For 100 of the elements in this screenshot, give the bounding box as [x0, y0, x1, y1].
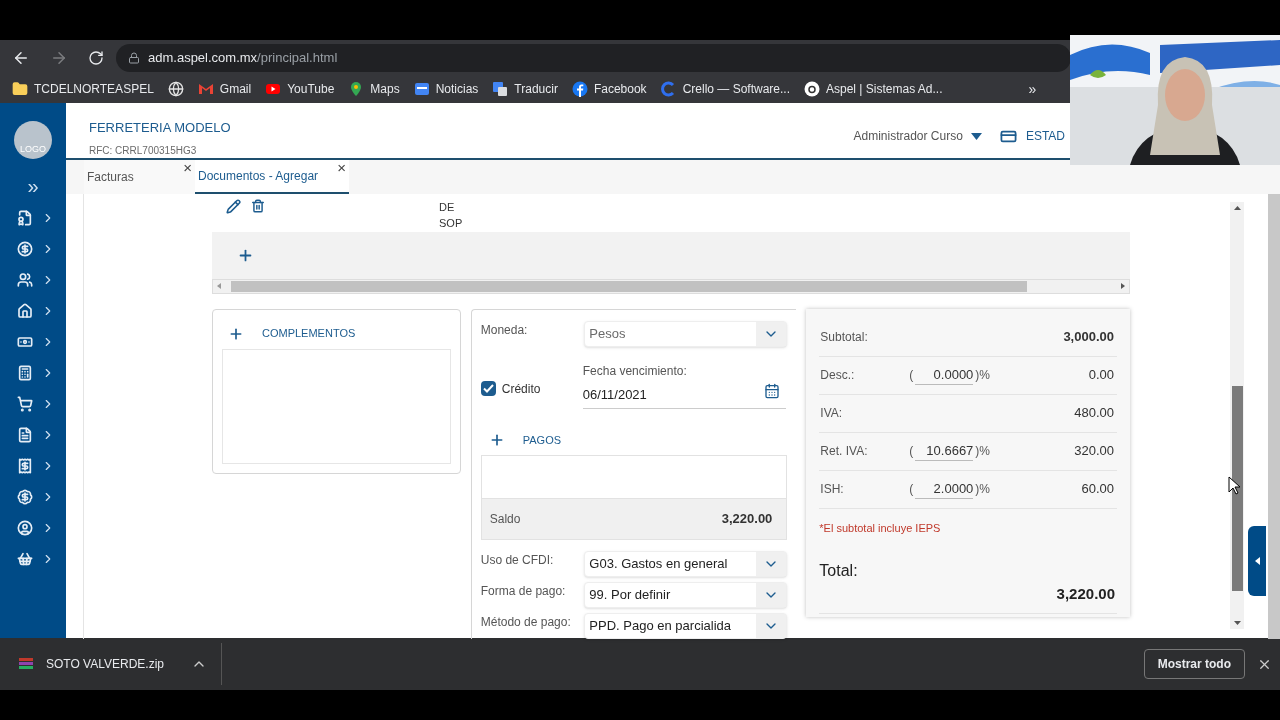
calculator-icon: [17, 365, 33, 381]
delete-icon[interactable]: [251, 198, 265, 213]
scroll-down-icon[interactable]: [1233, 620, 1241, 625]
bookmark-item[interactable]: [167, 81, 184, 97]
total-value: 60.00: [1081, 480, 1114, 499]
page-scrollbar[interactable]: [1268, 193, 1280, 639]
url-text: adm.aspel.com.mx/principal.html: [148, 48, 338, 67]
show-all-button[interactable]: Mostrar todo: [1143, 649, 1245, 679]
due-date-field[interactable]: Fecha vencimiento: 06/11/2021: [582, 361, 786, 409]
dropdown-select[interactable]: G03. Gastos en general: [584, 550, 788, 577]
download-item[interactable]: SOTO VALVERDE.zip: [18, 643, 222, 685]
document-icon: [17, 427, 33, 443]
company-name: FERRETERIA MODELO: [89, 119, 231, 137]
field-label: Forma de pago:: [480, 582, 566, 600]
address-bar[interactable]: adm.aspel.com.mx/principal.html: [116, 43, 1071, 72]
dollar-badge-icon: [17, 489, 33, 505]
caret-down-icon: [970, 132, 982, 140]
basket-icon: [17, 551, 33, 567]
status-label: ESTAD: [1025, 128, 1065, 145]
credit-checkbox[interactable]: Crédito: [480, 379, 583, 398]
total-label: Subtotal:: [820, 329, 869, 346]
mail-icon: [197, 81, 214, 97]
folder-icon: [12, 81, 28, 97]
collapse-panel-button[interactable]: [1248, 525, 1266, 596]
total-label: Desc.:: [820, 367, 856, 384]
more-bookmarks-button[interactable]: »: [1028, 78, 1037, 100]
caret-left-icon: [1254, 556, 1260, 565]
news-icon: [413, 81, 430, 97]
paren-text: (: [909, 443, 914, 460]
bookmark-item[interactable]: Traducir: [492, 80, 558, 98]
select-value: Pesos: [588, 324, 627, 343]
total-label: Total:: [819, 561, 859, 581]
rate-input[interactable]: 0.0000: [915, 364, 974, 386]
home-icon: [17, 303, 33, 319]
add-complement-button[interactable]: COMPLEMENTOS: [222, 318, 451, 349]
reload-icon[interactable]: [88, 49, 104, 66]
percent-text: )%: [975, 481, 990, 498]
total-value: 480.00: [1074, 404, 1114, 423]
bookmark-item[interactable]: Crello — Software...: [660, 80, 790, 98]
percent-text: )%: [975, 367, 990, 384]
play-icon: [265, 81, 282, 97]
user-icon: [17, 520, 33, 536]
bookmark-item[interactable]: TCDELNORTEASPEL: [12, 80, 154, 98]
dropdown-select[interactable]: 99. Por definir: [584, 581, 788, 608]
total-value: 320.00: [1074, 442, 1114, 461]
check-icon: [482, 384, 494, 393]
translate-icon: [492, 81, 509, 97]
total-value: 0.00: [1088, 366, 1114, 385]
bookmark-item[interactable]: Aspel | Sistemas Ad...: [804, 80, 943, 98]
field-label: Moneda:: [480, 321, 528, 339]
select-value: 99. Por definir: [588, 585, 672, 604]
bookmark-item[interactable]: Noticias: [413, 80, 479, 98]
expand-menu-button[interactable]: »: [27, 176, 39, 196]
lock-icon: [128, 51, 140, 64]
tab[interactable]: Documentos - Agregar ×: [195, 159, 349, 194]
scroll-right-icon[interactable]: [1121, 283, 1125, 289]
banknote-icon: [17, 334, 33, 350]
cursor-icon: [1228, 475, 1240, 495]
paren-text: (: [909, 481, 914, 498]
table-cell-text: DE SOP: [439, 199, 464, 231]
dropdown-select[interactable]: PPD. Pago en parcialida: [584, 612, 788, 639]
edit-icon[interactable]: [226, 198, 241, 214]
globe-icon: [167, 81, 184, 97]
ieps-note: *El subtotal incluye IEPS: [819, 520, 942, 536]
close-tab-button[interactable]: ×: [183, 159, 192, 175]
user-menu[interactable]: Administrador Curso: [853, 127, 982, 145]
document-badge-icon: [17, 210, 33, 226]
select-value: PPD. Pago en parcialida: [588, 616, 732, 635]
add-payment-button[interactable]: PAGOS: [480, 427, 788, 453]
archive-icon: [18, 656, 34, 672]
company-rfc: RFC: CRRL700315HG3: [89, 143, 198, 158]
paren-text: (: [909, 367, 914, 384]
users-icon: [17, 272, 33, 288]
total-label: Ret. IVA:: [820, 443, 869, 460]
field-label: Uso de CFDI:: [480, 551, 554, 569]
total-value: 3,000.00: [1063, 328, 1114, 347]
select-value: G03. Gastos en general: [588, 554, 729, 573]
balance-row: Saldo 3,220.00: [480, 497, 788, 540]
total-label: ISH:: [820, 481, 845, 498]
percent-text: )%: [975, 443, 990, 460]
bookmark-item[interactable]: Gmail: [197, 80, 252, 98]
bookmark-item[interactable]: YouTube: [265, 80, 335, 98]
cart-icon: [17, 396, 33, 412]
grand-total-value: 3,220.00: [1056, 584, 1115, 604]
calendar-icon[interactable]: [763, 383, 780, 400]
total-label: IVA:: [820, 405, 844, 422]
c-logo-icon: [660, 81, 677, 97]
close-tab-button[interactable]: ×: [337, 159, 346, 175]
rate-input[interactable]: 10.6667: [915, 440, 974, 462]
logo-text: LOGO: [20, 145, 46, 154]
dollar-icon: [17, 241, 33, 257]
rate-input[interactable]: 2.0000: [915, 478, 974, 500]
a-circle-icon: [804, 81, 820, 97]
facebook-icon: [571, 81, 588, 97]
scroll-up-icon[interactable]: [1233, 205, 1241, 210]
receipt-icon: [17, 458, 33, 474]
bookmark-item[interactable]: Maps: [348, 80, 400, 98]
vertical-scrollbar[interactable]: [1230, 201, 1244, 629]
field-label: Método de pago:: [480, 613, 571, 631]
bookmark-item[interactable]: Facebook: [571, 80, 647, 98]
